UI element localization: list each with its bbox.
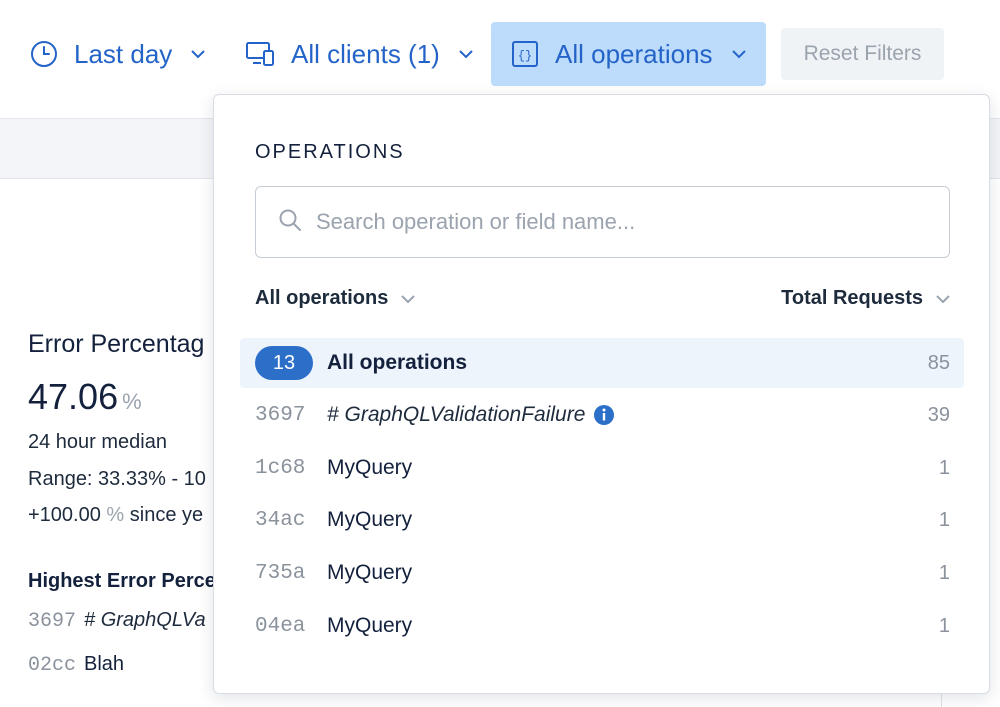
operation-row[interactable]: 04ea MyQuery 1 [240, 601, 964, 651]
change-label: +100.00 % since ye [28, 504, 203, 527]
operation-hash: 735a [255, 561, 306, 585]
operation-hash: 3697 [255, 403, 306, 427]
op-name: # GraphQLVa [84, 609, 206, 631]
operation-name: MyQuery [327, 561, 413, 584]
operation-hash: 04ea [255, 614, 306, 638]
highest-error-op[interactable]: 3697 # GraphQLVa [28, 609, 206, 633]
op-hash: 3697 [28, 610, 77, 633]
operation-search-box[interactable] [255, 186, 950, 258]
change-unit: % [106, 504, 125, 526]
metric-unit: % [122, 389, 142, 414]
operation-name: MyQuery [327, 614, 413, 637]
sort-metric-selector[interactable]: Total Requests [781, 287, 951, 310]
operation-row[interactable]: 735a MyQuery 1 [240, 548, 964, 598]
request-count: 1 [938, 456, 950, 479]
operations-filter[interactable]: {} All operations [491, 22, 766, 86]
change-suffix: since ye [129, 504, 204, 526]
operation-type-selector[interactable]: All operations [255, 287, 416, 310]
chevron-down-icon [400, 294, 416, 304]
op-name: Blah [84, 653, 125, 675]
error-percentage-value: 47.06% [28, 376, 142, 418]
svg-text:{}: {} [518, 49, 532, 63]
operation-count-badge: 13 [255, 346, 313, 380]
operation-hash: 34ac [255, 508, 306, 532]
operation-name: MyQuery [327, 508, 413, 531]
operations-filter-label: All operations [555, 38, 713, 69]
metric-number: 47.06 [28, 376, 119, 417]
operation-type-label: All operations [255, 287, 389, 309]
operation-name: # GraphQLValidationFailure [327, 403, 586, 426]
op-hash: 02cc [28, 654, 77, 677]
operation-row[interactable]: 1c68 MyQuery 1 [240, 443, 964, 493]
request-count: 1 [938, 561, 950, 584]
time-filter-label: Last day [74, 38, 173, 69]
request-count: 1 [938, 508, 950, 531]
request-count: 85 [927, 351, 950, 374]
time-range-filter[interactable]: Last day [30, 22, 206, 86]
chevron-down-icon [935, 294, 951, 304]
search-icon [278, 208, 302, 237]
dropdown-heading: OPERATIONS [255, 141, 405, 163]
clients-filter-label: All clients (1) [291, 38, 440, 69]
request-count: 39 [927, 403, 950, 426]
clients-filter[interactable]: All clients (1) [245, 22, 474, 86]
sort-metric-label: Total Requests [781, 287, 923, 309]
median-label: 24 hour median [28, 431, 167, 453]
highest-error-op[interactable]: 02cc Blah [28, 653, 124, 677]
highest-error-title: Highest Error Perce [28, 570, 216, 592]
error-percentage-title: Error Percentag [28, 330, 205, 358]
operation-hash: 1c68 [255, 456, 306, 480]
operation-row-all[interactable]: 13 All operations 85 [240, 338, 964, 388]
operations-dropdown: OPERATIONS All operations Total Requests… [213, 94, 990, 694]
chevron-down-icon [458, 49, 474, 59]
search-input[interactable] [316, 209, 916, 235]
change-value: +100.00 [28, 504, 101, 526]
chevron-down-icon [731, 49, 747, 59]
range-label: Range: 33.33% - 10 [28, 468, 206, 490]
request-count: 1 [938, 614, 950, 637]
devices-icon [245, 40, 275, 68]
operation-row[interactable]: 3697 # GraphQLValidationFailure 39 [240, 390, 964, 440]
reset-filters-button[interactable]: Reset Filters [781, 28, 944, 80]
clock-icon [30, 40, 58, 68]
operation-name: MyQuery [327, 456, 413, 479]
braces-icon: {} [511, 40, 539, 68]
info-icon[interactable] [593, 404, 615, 426]
operation-row[interactable]: 34ac MyQuery 1 [240, 495, 964, 545]
chevron-down-icon [190, 49, 206, 59]
operation-name: All operations [327, 351, 468, 374]
